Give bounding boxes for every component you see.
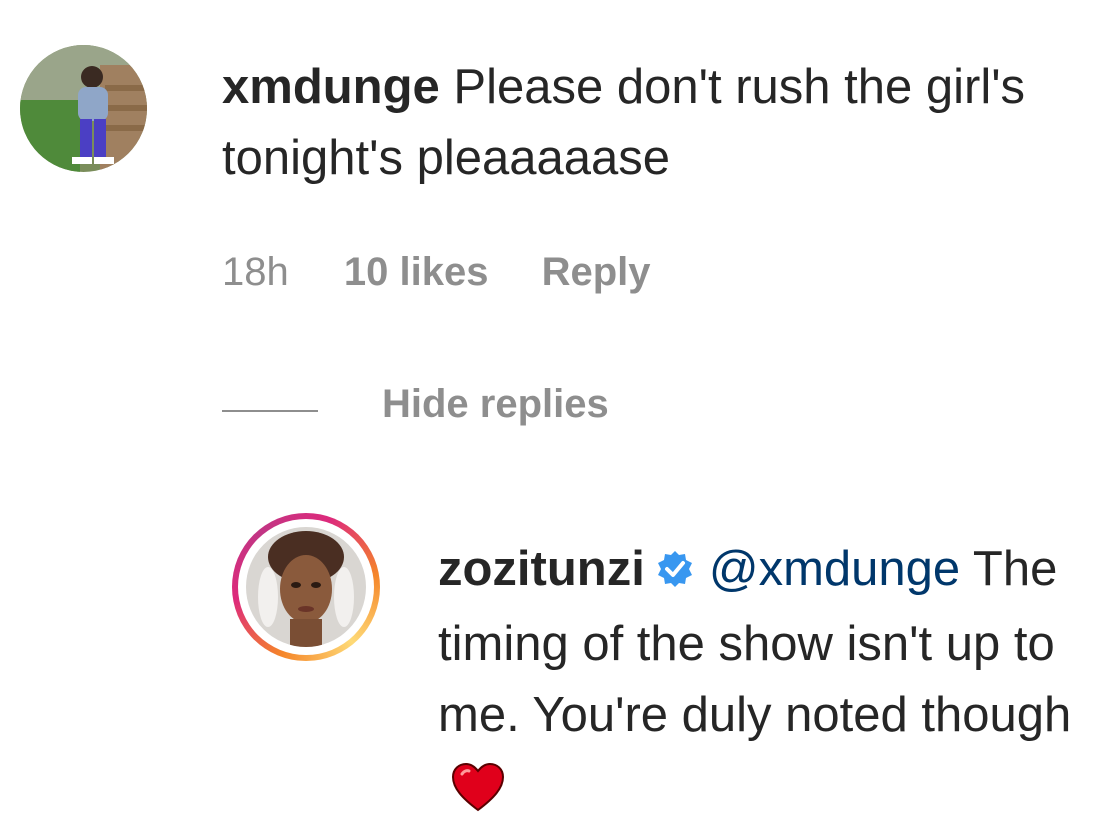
replier-avatar xyxy=(246,527,366,647)
reply-body: zozitunzi @xmdunge The timing of the show… xyxy=(438,534,1098,832)
comment-likes[interactable]: 10 likes xyxy=(344,250,489,294)
divider-line xyxy=(222,410,318,412)
story-ring[interactable] xyxy=(232,513,380,661)
comment-meta: 18h 10 likes Reply xyxy=(222,250,693,295)
commenter-avatar[interactable] xyxy=(20,45,147,172)
hide-replies-label: Hide replies xyxy=(382,382,609,426)
reply-username[interactable]: zozitunzi xyxy=(438,542,645,596)
comment-body: xmdunge Please don't rush the girl's ton… xyxy=(222,52,1082,194)
comment-username[interactable]: xmdunge xyxy=(222,60,440,114)
avatar-photo xyxy=(246,527,366,647)
comment-thread: xmdunge Please don't rush the girl's ton… xyxy=(0,0,1120,840)
red-heart-icon xyxy=(450,761,506,832)
reply-mention-link[interactable]: @xmdunge xyxy=(709,542,960,596)
story-ring-gap xyxy=(238,519,374,655)
comment-timestamp[interactable]: 18h xyxy=(222,250,289,294)
reply-button[interactable]: Reply xyxy=(542,250,651,294)
verified-badge-icon xyxy=(655,538,695,609)
avatar-photo xyxy=(20,45,147,172)
